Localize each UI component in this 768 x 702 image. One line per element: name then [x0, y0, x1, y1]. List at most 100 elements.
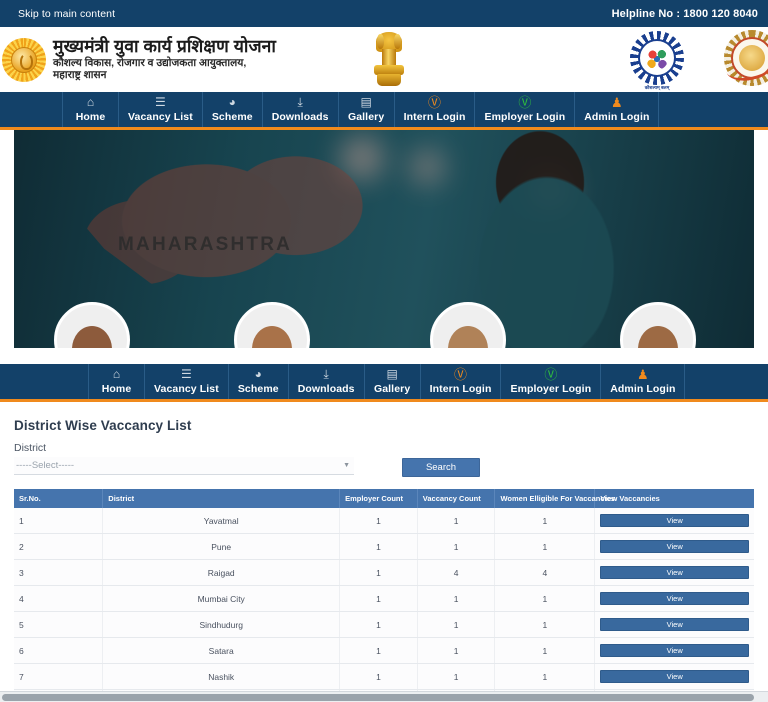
cell-women-eligible: 1: [494, 663, 596, 690]
th-view-vacancies: View Vaccancies: [594, 489, 754, 508]
table-row: 2 Pune 1 1 1 View: [14, 533, 754, 560]
view-button[interactable]: View: [600, 592, 749, 605]
avatar: [54, 302, 130, 348]
user-circle-icon: Ⓥ: [454, 367, 468, 382]
nav-label-scheme: Scheme: [211, 110, 253, 123]
download-icon: ⤓: [297, 95, 303, 109]
cell-sr-no: 4: [14, 585, 104, 612]
th-women-eligible: Women Elligible For Vaccancies: [494, 489, 615, 508]
nav2-label-intern-login: Intern Login: [429, 382, 492, 395]
nav-label-employer-login: Employer Login: [484, 110, 566, 123]
view-button[interactable]: View: [600, 540, 749, 553]
cell-vacancy-count: 1: [417, 637, 496, 664]
cell-vacancy-count: 4: [417, 559, 496, 586]
home-icon: ⌂: [112, 367, 121, 381]
cell-view-action: View: [594, 508, 754, 534]
vacancy-table-container: Sr.No. District Employer Count Vaccancy …: [0, 475, 768, 702]
user-circle-icon: Ⓥ: [544, 367, 558, 382]
cell-women-eligible: 1: [494, 533, 596, 560]
hero-banner: MAHARASHTRA: [0, 130, 768, 348]
masthead: मुख्यमंत्री युवा कार्य प्रशिक्षण योजना क…: [0, 27, 768, 92]
cell-women-eligible: 1: [494, 611, 596, 638]
nav-label-vacancy-list: Vacancy List: [128, 110, 193, 123]
cell-vacancy-count: 1: [417, 585, 496, 612]
skip-to-main-content-link[interactable]: Skip to main content: [18, 8, 115, 20]
cell-employer-count: 1: [339, 663, 418, 690]
view-button[interactable]: View: [600, 644, 749, 657]
cell-district: Sindhudurg: [102, 611, 341, 638]
nav2-item-vacancy-list[interactable]: ☰ Vacancy List: [144, 364, 228, 399]
cell-women-eligible: 4: [494, 559, 596, 586]
cell-sr-no: 7: [14, 663, 104, 690]
cell-district: Pune: [102, 533, 341, 560]
nav-item-intern-login[interactable]: Ⓥ Intern Login: [393, 92, 475, 127]
nav-item-vacancy-list[interactable]: ☰ Vacancy List: [118, 92, 202, 127]
partner-logos: कौशल्यम् बलम्: [630, 30, 768, 90]
site-subtitle-line1: कौशल्य विकास, रोजगार व उद्योजकता आयुक्ता…: [53, 56, 247, 69]
district-select[interactable]: -----Select----- ▼: [14, 457, 354, 475]
scheme-icon: ◕: [228, 95, 236, 109]
th-vacancy-count: Vaccancy Count: [417, 489, 496, 508]
user-circle-icon: Ⓥ: [518, 95, 532, 110]
nav2-item-home[interactable]: ⌂ Home: [88, 364, 144, 399]
nav2-label-scheme: Scheme: [237, 382, 279, 395]
cell-employer-count: 1: [339, 533, 418, 560]
view-button[interactable]: View: [600, 618, 749, 631]
cell-sr-no: 3: [14, 559, 104, 586]
maharashtra-sun-emblem-icon: [2, 35, 46, 85]
cell-vacancy-count: 1: [417, 533, 496, 560]
nav-item-gallery[interactable]: ▤ Gallery: [337, 92, 394, 127]
nav-item-home[interactable]: ⌂ Home: [62, 92, 118, 127]
gallery-icon: ▤: [360, 95, 372, 109]
table-row: 1 Yavatmal 1 1 1 View: [14, 508, 754, 534]
cell-view-action: View: [594, 611, 754, 638]
cell-employer-count: 1: [339, 508, 418, 534]
scrollbar-thumb[interactable]: [2, 694, 754, 701]
nav2-item-admin-login[interactable]: ♟ Admin Login: [600, 364, 684, 399]
cell-sr-no: 5: [14, 611, 104, 638]
secondary-navigation: ⌂ Home ☰ Vacancy List ◕ Scheme ⤓ Downloa…: [0, 364, 768, 402]
view-button[interactable]: View: [600, 566, 749, 579]
cell-employer-count: 1: [339, 637, 418, 664]
table-header-row: Sr.No. District Employer Count Vaccancy …: [14, 489, 754, 508]
site-title-block: मुख्यमंत्री युवा कार्य प्रशिक्षण योजना क…: [53, 35, 276, 82]
nav2-item-downloads[interactable]: ⤓ Downloads: [287, 364, 364, 399]
nav-item-downloads[interactable]: ⤓ Downloads: [261, 92, 338, 127]
home-icon: ⌂: [86, 95, 95, 109]
cell-district: Nashik: [102, 663, 341, 690]
gallery-icon: ▤: [386, 367, 398, 381]
nav2-item-scheme[interactable]: ◕ Scheme: [227, 364, 288, 399]
horizontal-scrollbar[interactable]: [0, 691, 768, 702]
nav2-item-intern-login[interactable]: Ⓥ Intern Login: [419, 364, 501, 399]
nav-item-employer-login[interactable]: Ⓥ Employer Login: [474, 92, 574, 127]
th-district: District: [102, 489, 341, 508]
cell-sr-no: 1: [14, 508, 104, 534]
table-row: 5 Sindhudurg 1 1 1 View: [14, 611, 754, 638]
view-button[interactable]: View: [600, 670, 749, 683]
table-header: Sr.No. District Employer Count Vaccancy …: [14, 489, 754, 508]
main-content: District Wise Vaccancy List District ---…: [0, 402, 768, 702]
primary-navigation: ⌂ Home ☰ Vacancy List ◕ Scheme ⤓ Downloa…: [0, 92, 768, 130]
nav2-item-employer-login[interactable]: Ⓥ Employer Login: [500, 364, 600, 399]
nav-label-admin-login: Admin Login: [584, 110, 650, 123]
cell-view-action: View: [594, 559, 754, 586]
nav2-label-gallery: Gallery: [373, 382, 411, 395]
list-icon: ☰: [181, 367, 192, 381]
cell-district: Raigad: [102, 559, 341, 586]
skill-development-gear-logo-icon: कौशल्यम् बलम्: [630, 31, 684, 90]
district-select-value: -----Select-----: [16, 460, 75, 471]
cell-employer-count: 1: [339, 559, 418, 586]
search-form: District -----Select----- ▼ Search: [14, 442, 754, 477]
chevron-down-icon: ▼: [343, 462, 350, 469]
nav-item-scheme[interactable]: ◕ Scheme: [201, 92, 262, 127]
site-title: मुख्यमंत्री युवा कार्य प्रशिक्षण योजना: [53, 35, 276, 56]
nav-item-admin-login[interactable]: ♟ Admin Login: [574, 92, 658, 127]
cell-employer-count: 1: [339, 611, 418, 638]
page-root: Skip to main content Helpline No : 1800 …: [0, 0, 768, 702]
nav2-item-gallery[interactable]: ▤ Gallery: [363, 364, 420, 399]
person-icon: ♟: [611, 95, 623, 110]
nav2-label-employer-login: Employer Login: [510, 382, 592, 395]
search-button[interactable]: Search: [402, 458, 480, 477]
view-button[interactable]: View: [600, 514, 749, 527]
cell-vacancy-count: 1: [417, 508, 496, 534]
